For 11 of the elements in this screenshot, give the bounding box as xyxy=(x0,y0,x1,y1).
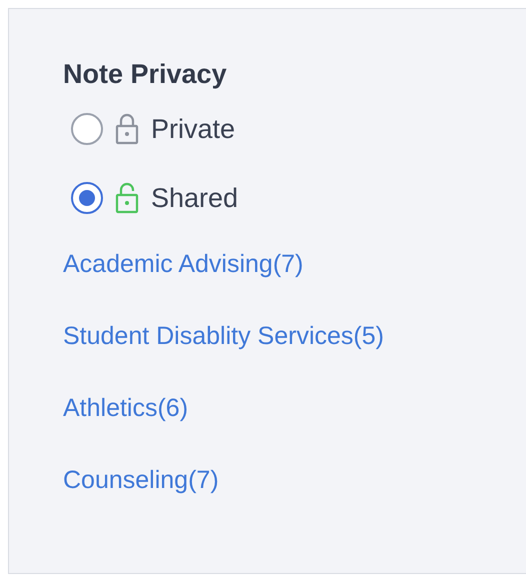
section-title: Note Privacy xyxy=(63,59,228,90)
open-padlock-icon xyxy=(115,182,139,214)
group-link[interactable]: Student Disablity Services(5) xyxy=(63,322,384,356)
radio-button[interactable] xyxy=(71,182,103,214)
radio-button[interactable] xyxy=(71,113,103,145)
option-label: Private xyxy=(151,114,236,144)
group-link[interactable]: Counseling(7) xyxy=(63,466,219,500)
padlock-icon xyxy=(115,113,139,145)
group-link[interactable]: Academic Advising(7) xyxy=(63,250,304,284)
group-link[interactable]: Athletics(6) xyxy=(63,394,188,428)
option-label: Shared xyxy=(151,182,238,214)
